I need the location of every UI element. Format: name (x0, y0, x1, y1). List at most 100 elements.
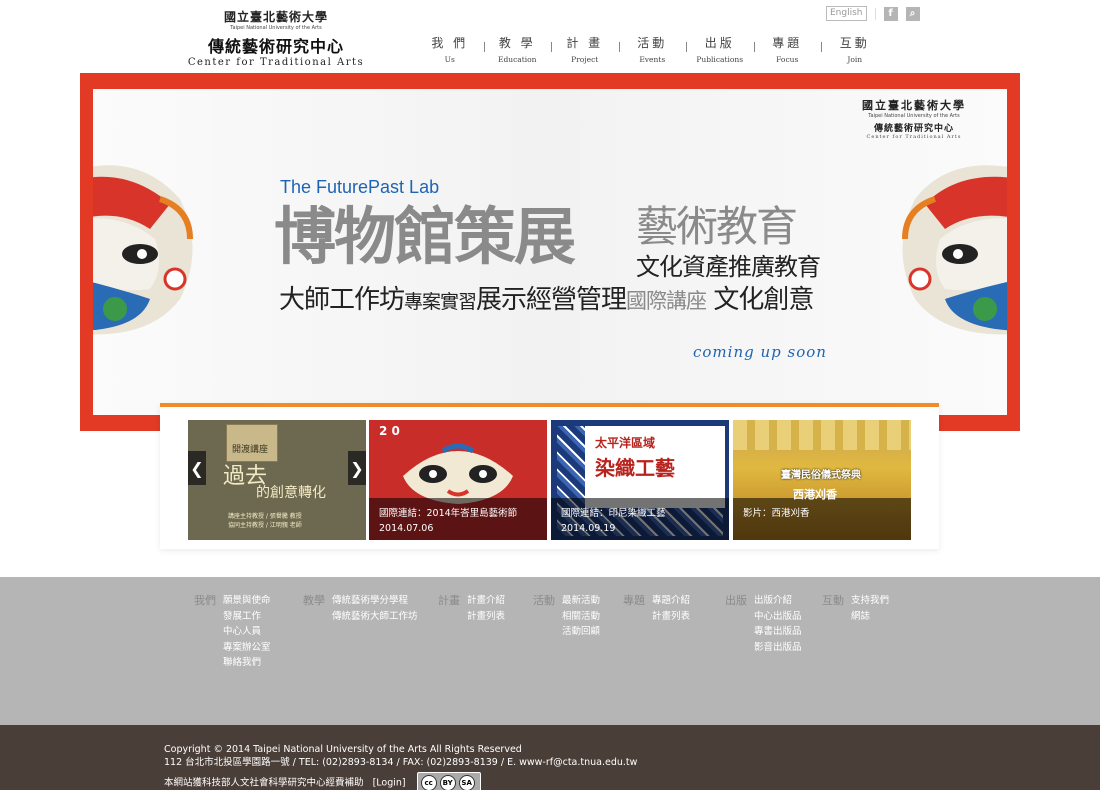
footer-link[interactable]: 專案辦公室 (223, 640, 271, 656)
nav-item-us[interactable]: 我 們 Us (416, 34, 484, 64)
lecture-subtitle: 的創意轉化 (256, 485, 326, 501)
logo-center-en: Center for Traditional Arts (187, 57, 365, 68)
footer-heading: 教學 (303, 594, 325, 607)
banner-lab-title: The FuturePast Lab (280, 177, 440, 197)
slide-caption-date: 2014.09.19 (561, 523, 616, 534)
ritual-photo-image (733, 420, 911, 450)
nav-item-focus[interactable]: 專題 Focus (753, 34, 822, 64)
slide-caption: 國際連結：印尼染織工藝 2014.09.19 (551, 498, 729, 540)
header-tools: English f ⌕ (826, 6, 920, 21)
logo-university-en: Taipei National University of the Arts (230, 25, 322, 31)
footer-col-project: 計畫 計畫介紹 計畫列表 (438, 593, 505, 624)
footer-link[interactable]: 計畫列表 (652, 609, 690, 625)
footer-col-publications: 出版 出版介紹 中心出版品 專書出版品 影音出版品 (725, 593, 802, 655)
banner-logo-center-zh: 傳統藝術研究中心 (873, 124, 954, 134)
footer-heading: 活動 (533, 594, 555, 607)
banner-international-lecture: 國際講座 (626, 289, 707, 313)
search-icon[interactable]: ⌕ (905, 6, 920, 21)
nav-item-education[interactable]: 教 學 Education (483, 34, 552, 64)
nav-label-en: Publications (696, 55, 744, 64)
nav-separator (686, 42, 687, 52)
logo-university-zh: 國立臺北藝術大學 (223, 10, 328, 24)
login-link[interactable]: [Login] (373, 778, 406, 789)
footer-col-education: 教學 傳統藝術學分學程 傳統藝術大師工作坊 (303, 593, 418, 624)
carousel-prev-button[interactable]: ❮ (188, 451, 206, 485)
nav-label-zh: 活動 (637, 36, 668, 50)
footer-link[interactable]: 計畫介紹 (467, 593, 505, 609)
bali-mask-image (403, 443, 513, 504)
lecture-credits: 講座主持教授 / 張譽騰 教授 協同主持教授 / 江明親 老師 (228, 513, 302, 529)
textile-poster-subtitle: 染織工藝 (595, 456, 675, 480)
nav-label-en: Us (444, 55, 455, 64)
footer-link[interactable]: 傳統藝術大師工作坊 (332, 609, 418, 625)
nav-label-zh: 計 畫 (566, 36, 604, 50)
copyright-text: Copyright © 2014 Taipei National Univers… (164, 744, 522, 755)
site-logo[interactable]: 國立臺北藝術大學 Taipei National University of t… (186, 8, 366, 68)
nav-label-zh: 互動 (839, 36, 870, 50)
cc-icon: cc (420, 775, 437, 790)
banner-logo-university-zh: 國立臺北藝術大學 (862, 99, 966, 112)
footer-col-join: 互動 支持我們 網誌 (822, 593, 889, 624)
footer-link[interactable]: 願景與使命 (223, 593, 271, 609)
footer-heading: 專題 (623, 594, 645, 607)
footer-link[interactable]: 活動回顧 (562, 624, 600, 640)
footer-link[interactable]: 出版介紹 (754, 593, 802, 609)
slide-caption-title: 國際連結：2014年峇里島藝術節 (379, 508, 518, 519)
slide-caption-title: 影片：西港刈香 (743, 508, 810, 519)
banner-university-logo: 國立臺北藝術大學 Taipei National University of t… (849, 97, 979, 140)
carousel-next-button[interactable]: ❯ (348, 451, 366, 485)
nav-separator (821, 42, 822, 52)
footer-link[interactable]: 聯絡我們 (223, 655, 271, 671)
nav-separator (551, 42, 552, 52)
nav-label-en: Focus (776, 55, 799, 64)
footer-col-events: 活動 最新活動 相關活動 活動回顧 (533, 593, 600, 640)
ritual-photo-title: 臺灣民俗儀式祭典 (781, 470, 861, 481)
nav-item-events[interactable]: 活動 Events (618, 34, 687, 64)
main-nav: 我 們 Us 教 學 Education 計 畫 Project 活動 Even… (416, 34, 889, 64)
nav-item-join[interactable]: 互動 Join (821, 34, 889, 64)
footer-info: Copyright © 2014 Taipei National Univers… (164, 743, 637, 790)
nav-label-zh: 我 們 (431, 36, 469, 50)
creative-commons-badge[interactable]: cc BY SA (416, 772, 481, 790)
nav-label-en: Events (639, 55, 666, 64)
footer-link[interactable]: 網誌 (851, 609, 889, 625)
facebook-icon[interactable]: f (883, 6, 898, 21)
banner-headline-art-education: 藝術教育 (636, 202, 798, 251)
banner-headline-museum: 博物館策展 (274, 200, 576, 273)
footer-link[interactable]: 發展工作 (223, 609, 271, 625)
nav-label-zh: 教 學 (498, 36, 536, 50)
footer-sitemap: 我們 願景與使命 發展工作 中心人員 專案辦公室 聯絡我們 教學 傳統藝術學分學… (0, 577, 1100, 725)
footer-link[interactable]: 中心人員 (223, 624, 271, 640)
address-text: 112 台北市北投區學園路一號 / TEL: (02)2893-8134 / F… (164, 757, 638, 768)
footer-heading: 我們 (194, 594, 216, 607)
carousel-slide-indonesia-textile[interactable]: 太平洋區域 染織工藝 國際連結：印尼染織工藝 2014.09.19 (551, 420, 729, 540)
footer-link[interactable]: 支持我們 (851, 593, 889, 609)
footer-col-us: 我們 願景與使命 發展工作 中心人員 專案辦公室 聯絡我們 (194, 593, 271, 671)
footer-link[interactable]: 傳統藝術學分學程 (332, 593, 418, 609)
footer-link[interactable]: 影音出版品 (754, 640, 802, 656)
textile-poster-title: 太平洋區域 (595, 436, 656, 450)
footer-link[interactable]: 專題介紹 (652, 593, 690, 609)
footer-link[interactable]: 計畫列表 (467, 609, 505, 625)
english-button[interactable]: English (826, 6, 867, 21)
nav-item-publications[interactable]: 出版 Publications (686, 34, 754, 64)
banner-inner: 國立臺北藝術大學 Taipei National University of t… (93, 89, 1007, 415)
banner-headline-heritage: 文化資產推廣教育 (636, 253, 821, 281)
ritual-photo-subtitle: 西港刈香 (793, 488, 837, 501)
cc-sa-icon: SA (458, 775, 475, 790)
banner-subline: 大師工作坊專案實習展示經營管理國際講座 文化創意 (279, 285, 814, 317)
footer-bottom: Copyright © 2014 Taipei National Univers… (0, 725, 1100, 790)
nav-label-zh: 出版 (704, 36, 735, 50)
nav-item-project[interactable]: 計 畫 Project (551, 34, 619, 64)
footer-link[interactable]: 中心出版品 (754, 609, 802, 625)
slide-caption: 國際連結：2014年峇里島藝術節 2014.07.06 (369, 498, 547, 540)
opera-mask-right-image (902, 165, 1007, 335)
nav-label-en: Project (571, 55, 599, 64)
footer-heading: 出版 (725, 594, 747, 607)
carousel-slide-lecture[interactable]: 開渡講座 過去 的創意轉化 講座主持教授 / 張譽騰 教授 協同主持教授 / 江… (188, 420, 366, 540)
carousel-slide-bali-festival[interactable]: 2 0 國際連結：2014年峇里島藝術節 2014.07.06 (369, 420, 547, 540)
carousel-slide-xigang-ritual[interactable]: 臺灣民俗儀式祭典 影片：西港刈香 西港刈香 (733, 420, 911, 540)
footer-link[interactable]: 相關活動 (562, 609, 600, 625)
footer-link[interactable]: 專書出版品 (754, 624, 802, 640)
footer-link[interactable]: 最新活動 (562, 593, 600, 609)
